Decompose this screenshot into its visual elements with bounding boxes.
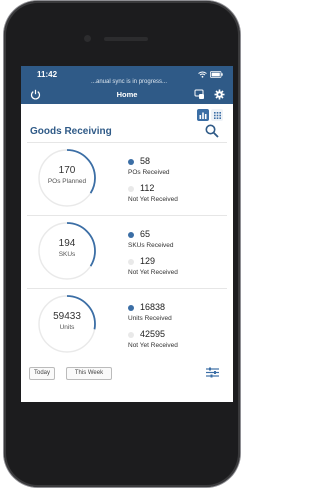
skus-card[interactable]: 194 SKUs 65 SKUs Received 129 Not Yet Re…: [27, 215, 227, 284]
pos-received-value: 58: [140, 156, 151, 166]
units-card[interactable]: 59433 Units 16838 Units Received 42595 N…: [27, 288, 227, 357]
filter-sliders-icon[interactable]: [206, 367, 219, 378]
pending-dot: [128, 186, 134, 192]
search-icon[interactable]: [205, 124, 219, 138]
chart-view-button[interactable]: [197, 109, 209, 121]
view-toggle: [197, 109, 223, 121]
skus-total-value: 194: [58, 238, 76, 249]
skus-received-label: SKUs Received: [128, 242, 174, 249]
front-camera: [84, 35, 91, 42]
status-time: 11:42: [37, 70, 58, 79]
grid-view-button[interactable]: [211, 109, 223, 121]
app-screen: 11:42 ...anual sync is in progress... Ho…: [21, 66, 233, 402]
pending-dot: [128, 259, 134, 265]
device-sync-icon[interactable]: [194, 89, 205, 100]
top-navbar: Home: [21, 86, 233, 104]
navbar-actions: [194, 89, 225, 100]
page-title: Goods Receiving: [30, 126, 112, 137]
skus-pending-label: Not Yet Received: [128, 269, 178, 276]
units-total-value: 59433: [53, 311, 81, 322]
units-pending-label: Not Yet Received: [128, 342, 178, 349]
pos-pending-value: 112: [140, 183, 155, 193]
units-pending-value: 42595: [140, 329, 166, 339]
sync-status-text: ...anual sync is in progress...: [91, 79, 168, 85]
pos-pending-label: Not Yet Received: [128, 196, 178, 203]
battery-icon: [210, 71, 223, 78]
received-dot: [128, 159, 134, 165]
wifi-icon: [198, 71, 207, 78]
pos-received-label: POs Received: [128, 169, 170, 176]
pos-planned-label: POs Planned: [47, 178, 87, 185]
skus-total-label: SKUs: [58, 251, 76, 258]
this-week-filter-button[interactable]: This Week: [66, 367, 112, 380]
received-dot: [128, 305, 134, 311]
units-received-label: Units Received: [128, 315, 172, 322]
today-filter-button[interactable]: Today: [29, 367, 55, 380]
units-received-value: 16838: [140, 302, 166, 312]
pending-dot: [128, 332, 134, 338]
phone-frame: 11:42 ...anual sync is in progress... Ho…: [4, 1, 240, 487]
speaker-grille: [104, 37, 148, 41]
status-bar: 11:42 ...anual sync is in progress...: [21, 66, 233, 86]
grid-icon: [213, 111, 221, 119]
status-icons: [198, 71, 223, 78]
received-dot: [128, 232, 134, 238]
bar-chart-icon: [199, 112, 207, 119]
gear-icon[interactable]: [214, 89, 225, 100]
pos-card[interactable]: 170 POs Planned 58 POs Received 112 Not …: [27, 142, 227, 211]
skus-received-value: 65: [140, 229, 151, 239]
pos-planned-value: 170: [58, 165, 76, 176]
skus-pending-value: 129: [140, 256, 156, 266]
units-total-label: Units: [59, 324, 75, 331]
